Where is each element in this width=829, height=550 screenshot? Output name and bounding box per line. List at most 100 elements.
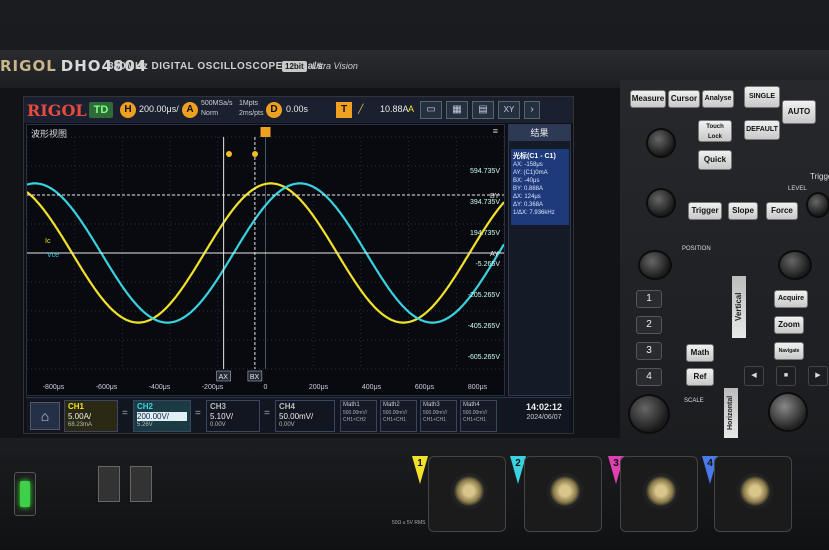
horizontal-badge[interactable]: H [120, 102, 136, 118]
math-2-name: Math2 [383, 402, 400, 408]
channel-1-offset: 68.23mA [68, 422, 93, 428]
math-4-box[interactable]: Math4 500.00mV/ CH1+CH1 [460, 400, 497, 432]
acquire-rate[interactable]: 500MSa/s [201, 100, 233, 107]
waveform-view[interactable]: 波形视图 ≡ AX BX BY AY Ic Vce 594.735V 394.735V 194.… [26, 124, 505, 396]
nav-prev-icon[interactable]: ◀ [744, 366, 764, 386]
series-label-vce: Vce [47, 252, 59, 259]
cursor-row-by: BY: 0.888A [513, 186, 544, 192]
acquire-badge[interactable]: A [182, 102, 198, 118]
channel-3-input-jack[interactable] [620, 456, 698, 532]
tool-xy-icon[interactable]: XY [498, 101, 520, 119]
trigger-badge[interactable]: T [336, 102, 352, 118]
results-title: 结果 [509, 125, 570, 141]
single-button[interactable]: SINGLE [744, 86, 780, 108]
math-1-box[interactable]: Math1 500.00mV/ CH1×CH2 [340, 400, 377, 432]
vertical-position-knob[interactable] [638, 250, 672, 280]
trigger-edge-icon[interactable]: ╱ [358, 104, 363, 115]
clock-time: 14:02:12 [525, 402, 563, 412]
jack-3-ring [643, 473, 679, 509]
clock: 14:02:12 2024/06/07 [520, 402, 568, 430]
screen-logo: RIGOL [27, 101, 87, 120]
navigate-button[interactable]: Navigate [774, 342, 804, 360]
front-panel [0, 438, 829, 550]
acquire-points[interactable]: 1Mpts [239, 100, 258, 107]
tool-next-icon[interactable]: › [524, 101, 540, 119]
tool-window-icon[interactable]: ▭ [420, 101, 442, 119]
math-4-scale: 500.00mV/ [463, 410, 488, 416]
level-label: LEVEL [788, 186, 807, 192]
channel-1-box[interactable]: CH1 5.00A/ 68.23mA [64, 400, 118, 432]
channel-2-input-jack[interactable] [524, 456, 602, 532]
channel-3-button[interactable]: 3 [636, 342, 662, 360]
trigger-level-knob[interactable] [806, 192, 829, 218]
nav-next-icon[interactable]: ▶ [808, 366, 828, 386]
channel-1-input-jack[interactable] [428, 456, 506, 532]
nav-stop-icon[interactable]: ■ [776, 366, 796, 386]
y-tick-label: -605.265V [468, 354, 501, 361]
cursor-row-dx: ΔX: 124μs [513, 194, 541, 200]
channel-1-scale: 5.00A/ [68, 412, 92, 421]
trigger-group-label: Trigger [810, 172, 829, 181]
auto-button[interactable]: AUTO [782, 100, 816, 124]
channel-2-box[interactable]: CH2 200.00V/ 5.26V [133, 400, 191, 432]
channel-3-box[interactable]: CH3 5.10V/ 0.00V [206, 400, 260, 432]
math-3-box[interactable]: Math3 500.00mV/ CH1+CH1 [420, 400, 457, 432]
channel-3-eq: = [264, 408, 270, 419]
power-button[interactable] [14, 472, 36, 516]
vertical-scale-knob[interactable] [628, 394, 670, 434]
horizontal-scale-knob[interactable] [768, 392, 808, 432]
cursor-results-box[interactable]: 光标(C1 - C1) AX: -158μs AY: (C1)0mA BX: -… [511, 149, 569, 225]
y-tick-label: 194.735V [470, 230, 500, 237]
trigger-channel[interactable]: A [408, 104, 414, 114]
math-2-box[interactable]: Math2 500.00mV/ CH1+CH1 [380, 400, 417, 432]
horizontal-tab: Horizontal [724, 388, 738, 438]
horizontal-scale[interactable]: 200.00μs/ [139, 104, 179, 114]
quick-button[interactable]: Quick [698, 150, 732, 170]
acquire-time[interactable]: 2ms/pts [239, 110, 264, 117]
channel-2-offset: 5.26V [137, 422, 153, 428]
slope-button[interactable]: Slope [728, 202, 758, 220]
cursor-ax-label: AX [219, 374, 229, 381]
acquire-button[interactable]: Acquire [774, 290, 808, 308]
multipurpose-knob-1[interactable] [646, 128, 676, 158]
measure-button[interactable]: Measure [630, 90, 666, 108]
trigger-button[interactable]: Trigger [688, 202, 722, 220]
math-button[interactable]: Math [686, 344, 714, 362]
x-tick-label: 400μs [362, 384, 382, 391]
x-tick-label: 600μs [415, 384, 435, 391]
channel-2-name: CH2 [137, 402, 154, 411]
horizontal-position-knob[interactable] [778, 250, 812, 280]
trigger-marker-2 [252, 151, 258, 157]
force-button[interactable]: Force [766, 202, 798, 220]
zoom-button[interactable]: Zoom [774, 316, 804, 334]
analyse-button[interactable]: Analyse [702, 90, 734, 108]
home-icon[interactable]: ⌂ [30, 402, 60, 430]
trigger-level[interactable]: 10.88A [380, 104, 409, 114]
control-panel: Measure Cursor Analyse SINGLE AUTO DEFAU… [620, 80, 829, 440]
usb-port-2[interactable] [130, 466, 152, 502]
acquire-mode[interactable]: Norm [201, 110, 218, 117]
channel-1-button[interactable]: 1 [636, 290, 662, 308]
default-button[interactable]: DEFAULT [744, 120, 780, 140]
touch-lock-button[interactable]: Touch Lock [698, 120, 732, 142]
mode-td-badge[interactable]: TD [89, 102, 113, 118]
oscilloscope-screen: RIGOL TD H 200.00μs/ A 500MSa/s Norm 1Mp… [23, 96, 574, 434]
tool-list-icon[interactable]: ▤ [472, 101, 494, 119]
ref-button[interactable]: Ref [686, 368, 714, 386]
delay-badge[interactable]: D [266, 102, 282, 118]
series-label-ic: Ic [45, 238, 51, 245]
cursor-button[interactable]: Cursor [668, 90, 700, 108]
x-tick-label: 200μs [309, 384, 329, 391]
tool-grid-icon[interactable]: ▦ [446, 101, 468, 119]
channel-4-box[interactable]: CH4 50.00mV/ 0.00V [275, 400, 335, 432]
usb-port-1[interactable] [98, 466, 120, 502]
math-4-name: Math4 [463, 402, 480, 408]
channel-2-button[interactable]: 2 [636, 316, 662, 334]
delay-value[interactable]: 0.00s [286, 104, 308, 114]
x-tick-label: 0 [264, 384, 268, 391]
input-spec-label: 50Ω ≤ 5V RMS [392, 520, 426, 526]
math-2-scale: 500.00mV/ [383, 410, 408, 416]
intensity-knob[interactable] [646, 188, 676, 218]
channel-4-button[interactable]: 4 [636, 368, 662, 386]
channel-4-input-jack[interactable] [714, 456, 792, 532]
